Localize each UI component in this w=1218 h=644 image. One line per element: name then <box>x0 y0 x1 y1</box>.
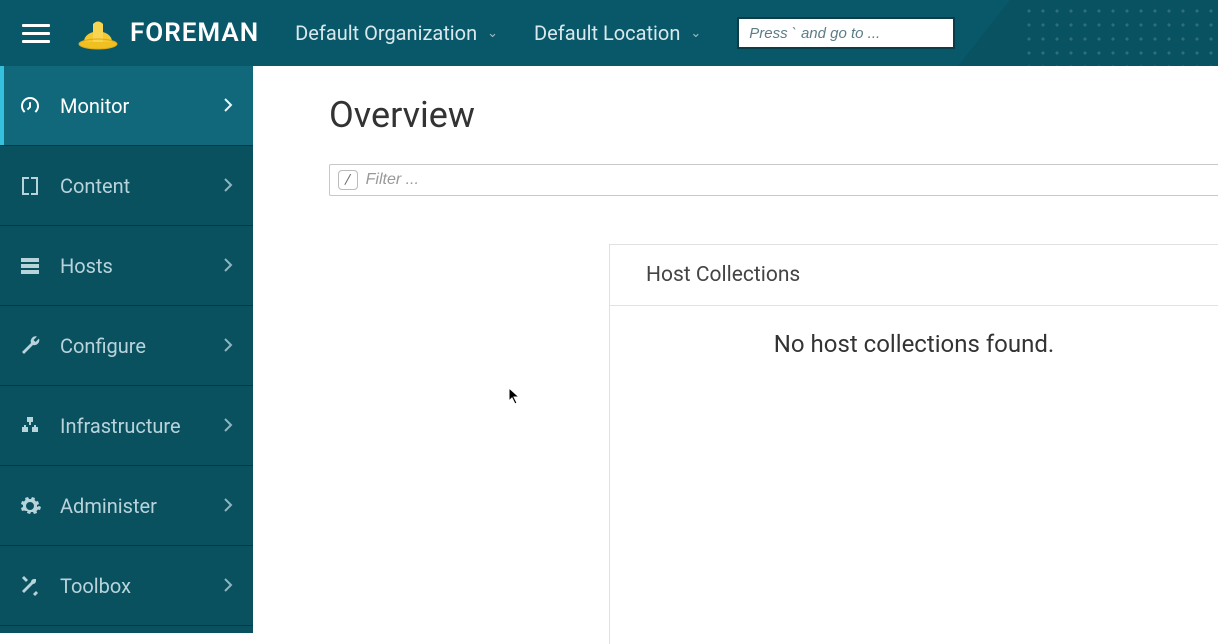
wrench-icon <box>18 334 42 358</box>
sidebar-item-infrastructure[interactable]: Infrastructure <box>0 386 253 466</box>
sidebar-item-monitor[interactable]: Monitor <box>0 66 253 146</box>
sidebar-item-label: Hosts <box>60 254 223 278</box>
location-dropdown[interactable]: Default Location ⌄ <box>534 21 701 45</box>
chevron-right-icon <box>223 414 233 438</box>
sidebar-item-content[interactable]: Content <box>0 146 253 226</box>
sidebar-item-configure[interactable]: Configure <box>0 306 253 386</box>
chevron-right-icon <box>223 574 233 598</box>
sidebar: Monitor Content Hosts <box>0 66 253 633</box>
topbar-decoration <box>958 0 1218 66</box>
organization-label: Default Organization <box>295 21 477 45</box>
host-collections-card: Host Collections No host collections fou… <box>609 244 1218 644</box>
organization-dropdown[interactable]: Default Organization ⌄ <box>295 21 498 45</box>
card-empty-message: No host collections found. <box>610 306 1218 382</box>
sidebar-item-label: Monitor <box>60 94 223 118</box>
gear-icon <box>18 494 42 518</box>
menu-toggle-button[interactable] <box>22 17 54 49</box>
sidebar-item-toolbox[interactable]: Toolbox <box>0 546 253 626</box>
brand-text: FOREMAN <box>130 18 259 48</box>
global-search-input[interactable] <box>739 19 953 47</box>
book-icon <box>18 174 42 198</box>
tools-icon <box>18 574 42 598</box>
topbar: FOREMAN Default Organization ⌄ Default L… <box>0 0 1218 66</box>
chevron-right-icon <box>223 254 233 278</box>
sidebar-item-label: Configure <box>60 334 223 358</box>
card-title: Host Collections <box>610 245 1218 306</box>
dashboard-icon <box>18 94 42 118</box>
sidebar-item-label: Administer <box>60 494 223 518</box>
global-search[interactable] <box>737 17 955 49</box>
filter-input[interactable] <box>366 165 1218 195</box>
sidebar-item-label: Toolbox <box>60 574 223 598</box>
sitemap-icon <box>18 414 42 438</box>
location-label: Default Location <box>534 21 680 45</box>
sidebar-item-administer[interactable]: Administer <box>0 466 253 546</box>
helmet-icon <box>78 16 118 50</box>
sidebar-item-label: Infrastructure <box>60 414 223 438</box>
chevron-right-icon <box>223 494 233 518</box>
chevron-right-icon <box>223 334 233 358</box>
brand-logo[interactable]: FOREMAN <box>78 16 259 50</box>
page-title: Overview <box>329 94 1218 136</box>
filter-bar[interactable]: / <box>329 164 1218 196</box>
chevron-right-icon <box>223 174 233 198</box>
filter-hotkey-badge: / <box>338 170 358 190</box>
chevron-right-icon <box>223 94 233 118</box>
chevron-down-icon: ⌄ <box>690 26 701 41</box>
main-content: Overview / Host Collections No host coll… <box>253 66 1218 633</box>
chevron-down-icon: ⌄ <box>487 26 498 41</box>
sidebar-item-hosts[interactable]: Hosts <box>0 226 253 306</box>
sidebar-item-label: Content <box>60 174 223 198</box>
topbar-dots <box>1018 0 1218 66</box>
server-icon <box>18 254 42 278</box>
